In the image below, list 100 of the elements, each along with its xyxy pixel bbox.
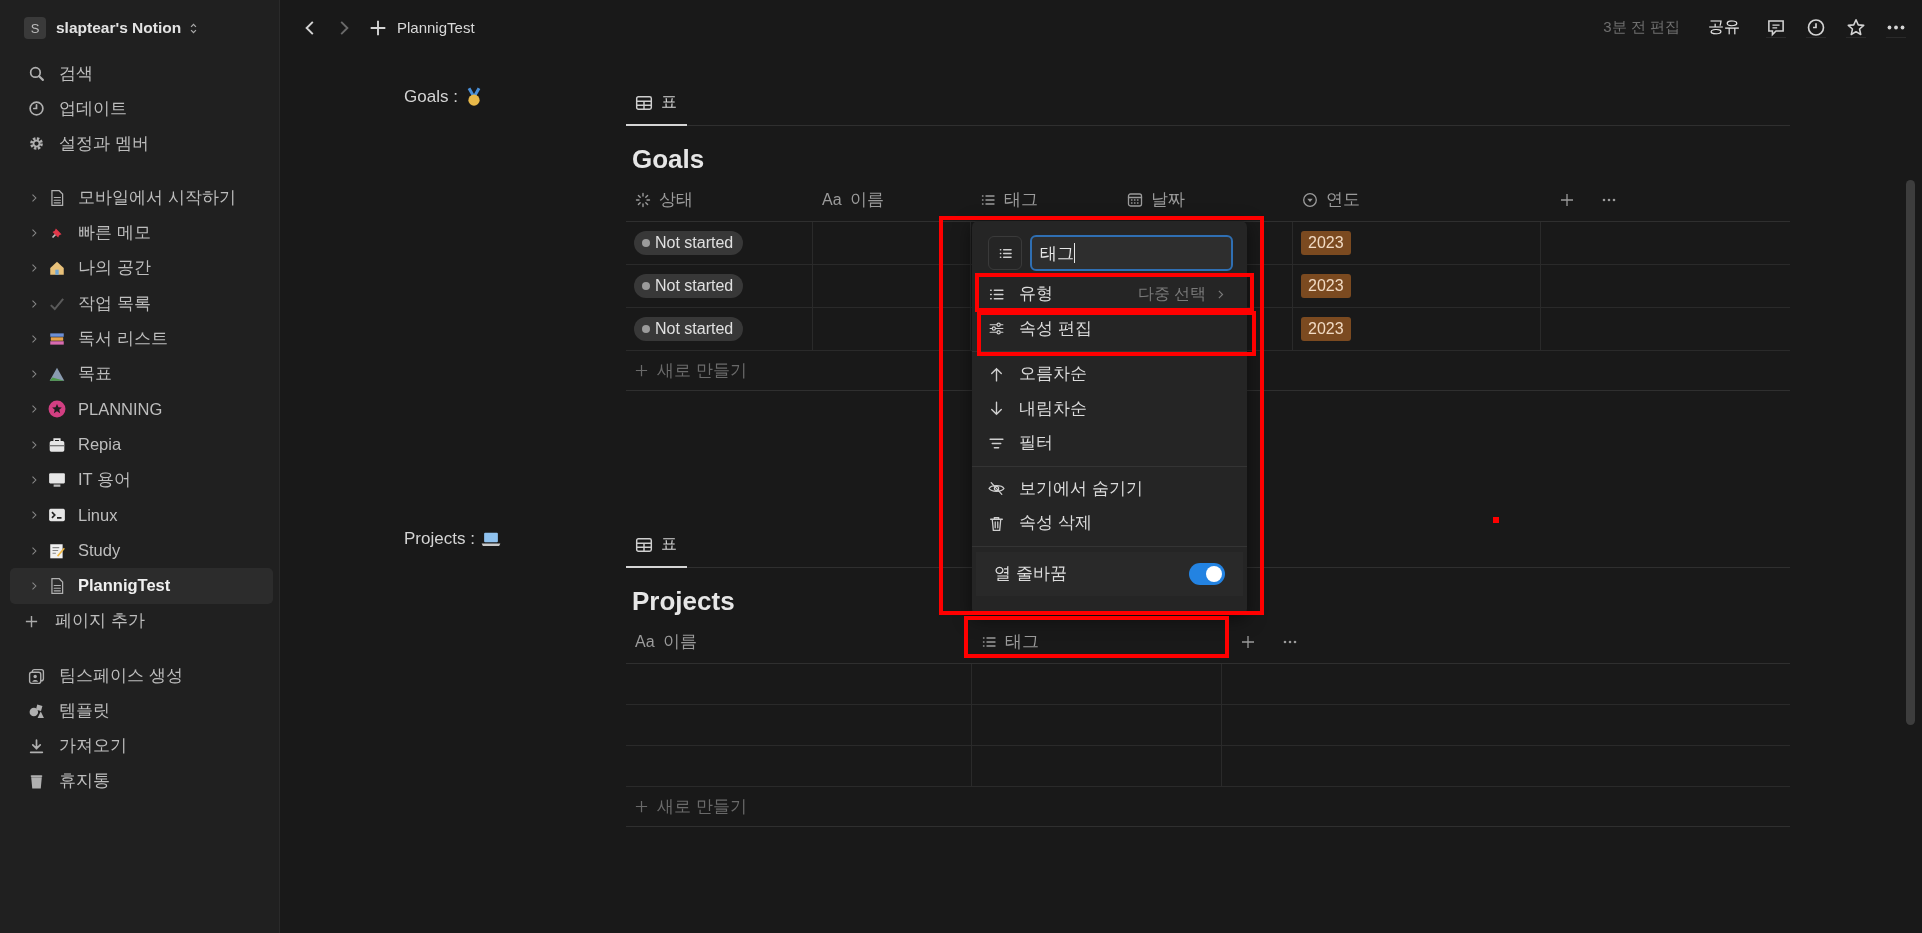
status-tag[interactable]: Not started [634,231,744,255]
sidebar-page-item[interactable]: Linux [10,497,273,533]
add-column-icon[interactable] [1240,634,1256,650]
trash-icon [28,772,45,790]
add-page-button[interactable]: 페이지 추가 [10,603,273,639]
column-header[interactable]: 날짜 [1118,179,1293,221]
text-type-glyph: Aa [635,633,655,651]
section-label: Projects : [404,529,475,549]
year-tag[interactable]: 2023 [1301,231,1351,255]
view-tab-label[interactable]: 표 [661,92,677,113]
hidden-eye-icon [988,480,1005,498]
sidebar-page-item[interactable]: IT 용어 [10,462,273,498]
sidebar-nav-item[interactable]: 검색 [10,56,273,91]
column-header[interactable]: 상태 [626,179,813,221]
year-tag[interactable]: 2023 [1301,274,1351,298]
section-label: Goals : [404,87,458,107]
column-header-label[interactable]: 태그 [1005,631,1039,653]
sidebar-page-item[interactable]: Study [10,532,273,569]
teamspace-icon [28,667,45,685]
column-header-label[interactable]: 날짜 [1151,189,1185,211]
property-name-field[interactable]: 태그 [1030,235,1233,271]
menu-item[interactable]: 내림차순 [972,391,1247,426]
plus-icon [24,613,39,629]
sidebar-page-item[interactable]: 독서 리스트 [10,321,273,357]
star-icon[interactable] [1846,17,1866,38]
shapes-icon [28,702,45,720]
document-icon [48,188,66,207]
text-type-glyph: Aa [822,191,842,209]
sidebar-page-item[interactable]: 빠른 메모 [10,215,273,251]
column-header[interactable]: Aa 이름 [813,179,971,221]
sidebar-page-item[interactable]: 모바일에서 시작하기 [10,180,273,216]
column-header-label[interactable]: 연도 [1326,189,1360,211]
workspace-name[interactable]: slaptear's Notion [56,19,182,37]
toggle-switch[interactable] [1189,562,1225,585]
table-icon [635,535,653,554]
status-tag[interactable]: Not started [634,317,744,341]
database-title: Goals [632,144,705,175]
add-column-icon[interactable] [1559,192,1575,208]
view-tab-label[interactable]: 표 [661,534,677,555]
list-icon [981,634,997,650]
table-icon [635,93,653,112]
sidebar-page-item[interactable]: 나의 공간 [10,250,273,286]
arrow-down-icon [988,400,1005,418]
last-edited-text: 3분 전 편집 [1603,18,1680,37]
column-header-label[interactable]: 태그 [1004,189,1038,211]
sidebar-page-item[interactable]: Repia [10,427,273,463]
plus-icon [634,799,649,814]
memo-icon [48,541,66,560]
table-view-tab[interactable]: 표 [626,523,687,568]
sidebar-page-item[interactable]: PlannigTest [10,568,273,604]
search-icon [28,65,45,82]
workspace-avatar[interactable]: S [24,17,46,39]
column-header[interactable]: 태그 [971,179,1118,221]
share-button[interactable]: 공유 [1702,17,1746,38]
loading-icon [635,192,651,208]
breadcrumb-page[interactable]: PlannigTest [397,19,475,36]
clock-icon[interactable] [1806,17,1826,38]
property-type-button[interactable] [988,236,1022,270]
database-title: Projects [632,586,735,617]
menu-item[interactable]: 필터 [972,426,1247,461]
sidebar-nav-item[interactable]: 템플릿 [10,693,273,729]
sidebar-nav-item[interactable]: 팀스페이스 생성 [10,658,273,694]
monitor-icon [48,471,66,489]
comment-icon[interactable] [1766,17,1786,38]
sidebar-nav-item[interactable]: 휴지통 [10,763,273,799]
menu-item[interactable]: 속성 편집 [972,311,1247,346]
clock-icon [28,100,45,117]
list-icon [980,192,996,208]
column-header[interactable]: 태그 [972,621,1222,663]
dropdown-icon [1302,192,1318,208]
sidebar-nav-item[interactable]: 설정과 멤버 [10,126,273,161]
column-header[interactable]: Aa 이름 [626,621,972,663]
calendar-icon [1127,192,1143,208]
sidebar-page-item[interactable]: PLANNING [10,391,273,428]
sidebar-page-item[interactable]: 작업 목록 [10,285,273,322]
download-icon [28,737,45,755]
property-type-value: 다중 선택 [1137,283,1206,304]
sidebar-nav-item[interactable]: 가져오기 [10,728,273,764]
year-tag[interactable]: 2023 [1301,317,1351,341]
house-icon [48,259,66,278]
menu-toggle-row[interactable]: 열 줄바꿈 [976,551,1243,596]
menu-item[interactable]: 오름차순 [972,357,1247,392]
scrollbar-thumb[interactable] [1906,180,1915,725]
trash-icon [988,514,1005,532]
menu-item[interactable]: 유형 다중 선택 [972,277,1247,312]
column-header-label[interactable]: 상태 [659,189,693,211]
menu-item[interactable]: 보기에서 숨기기 [972,471,1247,506]
column-header-label[interactable]: 이름 [849,189,884,211]
status-tag[interactable]: Not started [634,274,744,298]
menu-item[interactable]: 속성 삭제 [972,506,1247,541]
arrow-up-icon [988,365,1005,383]
sidebar-nav-item[interactable]: 업데이트 [10,91,273,126]
sidebar-page-item[interactable]: 목표 [10,356,273,392]
settings-icon [28,135,45,152]
plus-icon [634,363,649,378]
plus-icon[interactable] [369,18,387,37]
table-view-tab[interactable]: 표 [626,81,687,126]
star-badge-icon [48,400,66,419]
column-header-label[interactable]: 이름 [662,631,697,653]
column-header[interactable]: 연도 [1293,179,1541,221]
